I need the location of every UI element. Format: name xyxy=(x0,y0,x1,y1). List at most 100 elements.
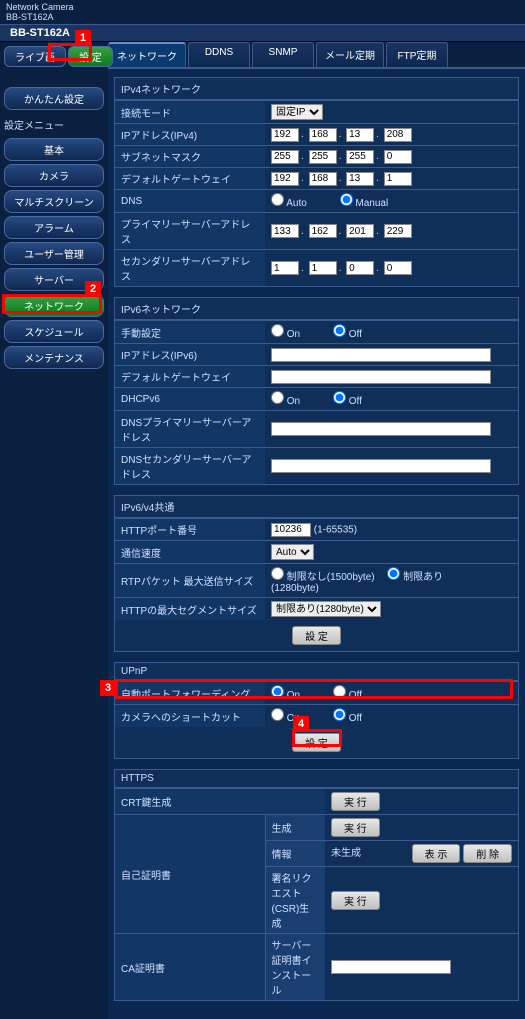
ipv6-gw-input[interactable] xyxy=(271,370,491,384)
http-port-label: HTTPポート番号 xyxy=(115,519,265,541)
seg-select[interactable]: 制限あり(1280byte) xyxy=(271,601,381,617)
model-header: BB-ST162A xyxy=(0,24,525,42)
ipv4-addr-1[interactable] xyxy=(271,128,299,142)
ipv6-title: IPv6ネットワーク xyxy=(115,298,518,320)
ca-label: CA証明書 xyxy=(115,934,265,1001)
sidebar-item-multi[interactable]: マルチスクリーン xyxy=(4,190,104,213)
ipv4-sdns-label: セカンダリーサーバーアドレス xyxy=(115,250,265,287)
ipv4-gw-label: デフォルトゲートウェイ xyxy=(115,168,265,190)
main-tab-mail[interactable]: メール定期 xyxy=(316,42,384,67)
ipv4-mask-1[interactable] xyxy=(271,150,299,164)
ca-install-input[interactable] xyxy=(331,960,451,974)
pdns-2[interactable] xyxy=(309,224,337,238)
speed-select[interactable]: Auto xyxy=(271,544,314,560)
https-title: HTTPS xyxy=(115,770,518,788)
ipv4-mask-4[interactable] xyxy=(384,150,412,164)
ipv4-addr-2[interactable] xyxy=(309,128,337,142)
ipv4-pdns-label: プライマリーサーバーアドレス xyxy=(115,213,265,250)
ipv4-mask-label: サブネットマスク xyxy=(115,146,265,168)
main-tab-ftp[interactable]: FTP定期 xyxy=(386,42,448,67)
sidebar-item-camera[interactable]: カメラ xyxy=(4,164,104,187)
selfcert-info-value: 未生成 xyxy=(331,848,361,859)
ipv6-pdns-input[interactable] xyxy=(271,422,491,436)
dns-manual-radio[interactable] xyxy=(340,193,353,206)
http-port-range: (1-65535) xyxy=(314,524,357,535)
rtp-unlimited[interactable] xyxy=(271,567,284,580)
upnp-shortcut-off[interactable] xyxy=(333,708,346,721)
ipv6-pdns-label: DNSプライマリーサーバーアドレス xyxy=(115,411,265,448)
sidebar-item-schedule[interactable]: スケジュール xyxy=(4,320,104,343)
upnp-autofw-on[interactable] xyxy=(271,685,284,698)
csr-label: 署名リクエスト(CSR)生成 xyxy=(265,867,325,934)
http-port-input[interactable] xyxy=(271,523,311,537)
selfcert-del-button[interactable]: 削 除 xyxy=(463,844,512,863)
ipv4-gw-4[interactable] xyxy=(384,172,412,186)
upnp-autofw-off[interactable] xyxy=(333,685,346,698)
ipv4-gw-2[interactable] xyxy=(309,172,337,186)
ipv4-gw-1[interactable] xyxy=(271,172,299,186)
crt-label: CRT鍵生成 xyxy=(115,789,325,815)
ipv4-mode-select[interactable]: 固定IP xyxy=(271,104,323,120)
selfcert-info-label: 情報 xyxy=(265,841,325,867)
ipv6-sdns-input[interactable] xyxy=(271,459,491,473)
ipv4-addr-label: IPアドレス(IPv4) xyxy=(115,124,265,146)
sidebar-item-server[interactable]: サーバー xyxy=(4,268,104,291)
ipv6-dhcp-label: DHCPv6 xyxy=(115,388,265,411)
rtp-label: RTPパケット 最大送信サイズ xyxy=(115,564,265,598)
sidebar-menu-title: 設定メニュー xyxy=(2,114,106,135)
ca-install-label: サーバー証明書インストール xyxy=(265,934,325,1001)
ipv6-manual-off[interactable] xyxy=(333,324,346,337)
ipv6-manual-label: 手動設定 xyxy=(115,321,265,344)
upnp-title: UPnP xyxy=(115,663,518,681)
sdns-1[interactable] xyxy=(271,261,299,275)
dhcp6-off[interactable] xyxy=(333,391,346,404)
ipv4-mask-3[interactable] xyxy=(346,150,374,164)
selfcert-view-button[interactable]: 表 示 xyxy=(412,844,461,863)
main-tab-snmp[interactable]: SNMP xyxy=(252,42,314,67)
dhcp6-on[interactable] xyxy=(271,391,284,404)
sidebar-item-user[interactable]: ユーザー管理 xyxy=(4,242,104,265)
sdns-2[interactable] xyxy=(309,261,337,275)
sidebar-item-alarm[interactable]: アラーム xyxy=(4,216,104,239)
ipv6-gw-label: デフォルトゲートウェイ xyxy=(115,366,265,388)
sdns-3[interactable] xyxy=(346,261,374,275)
brand-line2: BB-ST162A xyxy=(6,12,519,22)
main-tab-network[interactable]: ネットワーク xyxy=(108,42,186,67)
main-tab-ddns[interactable]: DDNS xyxy=(188,42,250,67)
ipv4-mask-2[interactable] xyxy=(309,150,337,164)
pdns-1[interactable] xyxy=(271,224,299,238)
ipv6-manual-on[interactable] xyxy=(271,324,284,337)
ipv4-dns-label: DNS xyxy=(115,190,265,213)
upnp-autofw-label: 自動ポートフォワーディング xyxy=(115,682,265,705)
speed-label: 通信速度 xyxy=(115,541,265,564)
ipv4-addr-3[interactable] xyxy=(346,128,374,142)
tab-settings[interactable]: 設 定 xyxy=(68,46,113,67)
upnp-shortcut-label: カメラへのショートカット xyxy=(115,705,265,728)
sdns-4[interactable] xyxy=(384,261,412,275)
sidebar-easy[interactable]: かんたん設定 xyxy=(4,87,104,110)
ipv6-addr-label: IPアドレス(IPv6) xyxy=(115,344,265,366)
upnp-set-button[interactable]: 設 定 xyxy=(292,733,341,752)
sidebar-item-basic[interactable]: 基本 xyxy=(4,138,104,161)
common-title: IPv6/v4共通 xyxy=(115,496,518,518)
ipv4-addr-4[interactable] xyxy=(384,128,412,142)
ipv6-sdns-label: DNSセカンダリーサーバーアドレス xyxy=(115,448,265,485)
selfcert-gen-button[interactable]: 実 行 xyxy=(331,818,380,837)
seg-label: HTTPの最大セグメントサイズ xyxy=(115,598,265,621)
upnp-shortcut-on[interactable] xyxy=(271,708,284,721)
pdns-4[interactable] xyxy=(384,224,412,238)
dns-auto-radio[interactable] xyxy=(271,193,284,206)
ipv6-addr-input[interactable] xyxy=(271,348,491,362)
sidebar-item-maint[interactable]: メンテナンス xyxy=(4,346,104,369)
rtp-limited[interactable] xyxy=(387,567,400,580)
csr-exec-button[interactable]: 実 行 xyxy=(331,891,380,910)
pdns-3[interactable] xyxy=(346,224,374,238)
common-set-button[interactable]: 設 定 xyxy=(292,626,341,645)
sidebar-item-network[interactable]: ネットワーク xyxy=(4,294,104,317)
crt-exec-button[interactable]: 実 行 xyxy=(331,792,380,811)
selfcert-gen-label: 生成 xyxy=(265,815,325,841)
brand-line1: Network Camera xyxy=(6,2,519,12)
tab-live[interactable]: ライブ画 xyxy=(4,46,66,67)
ipv4-gw-3[interactable] xyxy=(346,172,374,186)
selfcert-label: 自己証明書 xyxy=(115,815,265,934)
